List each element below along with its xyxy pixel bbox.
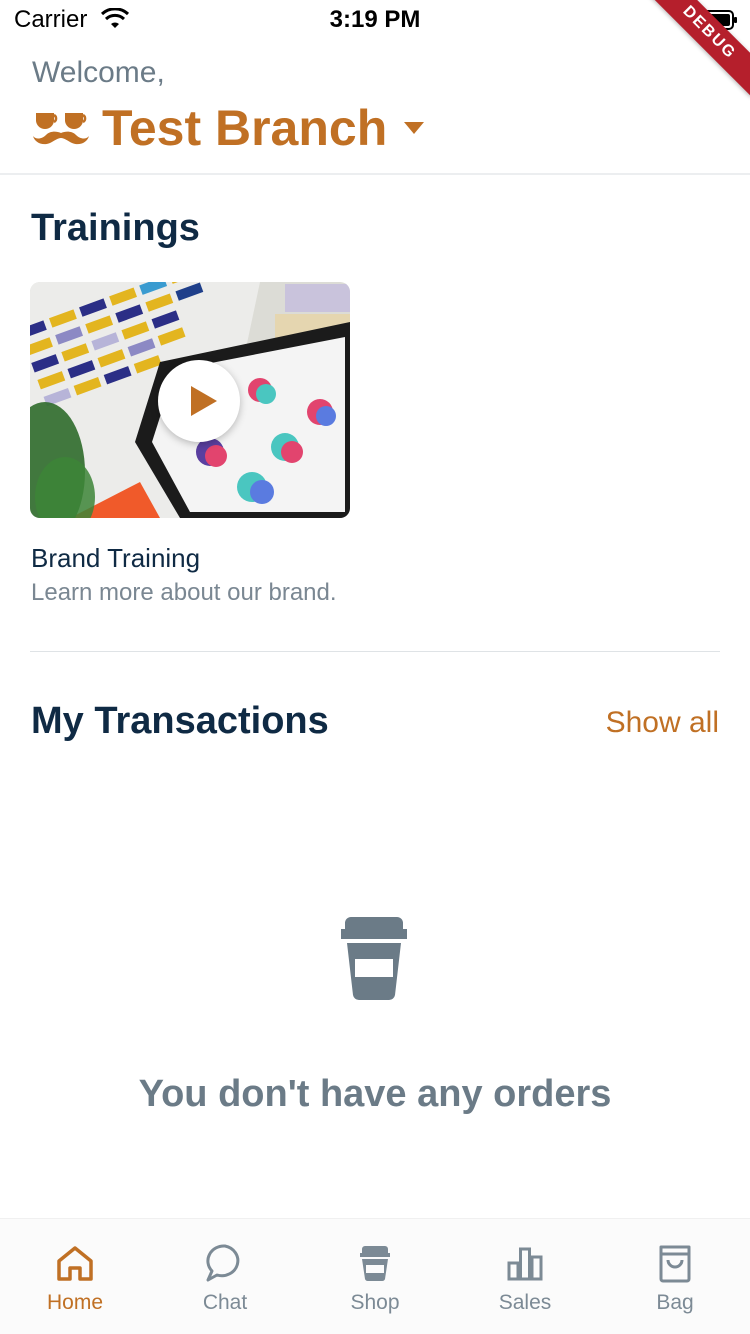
branch-name: Test Branch — [102, 100, 388, 156]
show-all-link[interactable]: Show all — [606, 706, 719, 740]
nav-bag[interactable]: Bag — [600, 1219, 750, 1334]
training-card[interactable] — [30, 282, 350, 518]
bottom-navigation: Home Chat Shop Sales Bag — [0, 1218, 750, 1334]
coffee-cup-icon — [341, 917, 407, 1001]
training-title[interactable]: Brand Training — [31, 543, 200, 574]
app-header: Welcome, Test Branch — [0, 40, 750, 175]
shopping-bag-icon — [659, 1245, 691, 1283]
training-description: Learn more about our brand. — [31, 579, 337, 606]
nav-home[interactable]: Home — [0, 1219, 150, 1334]
cup-icon — [360, 1246, 390, 1282]
section-divider — [30, 651, 720, 652]
nav-shop-label: Shop — [350, 1291, 400, 1314]
home-icon — [57, 1246, 93, 1281]
mustache-cups-logo — [33, 113, 89, 145]
transactions-heading: My Transactions — [31, 700, 329, 742]
clock: 3:19 PM — [329, 6, 421, 33]
status-bar: Carrier 3:19 PM — [0, 0, 750, 40]
branch-selector[interactable]: Test Branch — [32, 98, 425, 158]
chat-bubble-icon — [206, 1244, 240, 1282]
nav-chat-label: Chat — [202, 1291, 248, 1314]
empty-orders-message: You don't have any orders — [138, 1073, 612, 1115]
nav-bag-label: Bag — [656, 1291, 694, 1314]
bar-chart-icon — [507, 1247, 543, 1281]
nav-home-label: Home — [46, 1291, 104, 1314]
play-icon[interactable] — [158, 360, 240, 442]
nav-shop[interactable]: Shop — [300, 1219, 450, 1334]
trainings-heading: Trainings — [31, 207, 200, 249]
nav-sales[interactable]: Sales — [450, 1219, 600, 1334]
welcome-text: Welcome, — [32, 56, 165, 89]
nav-chat[interactable]: Chat — [150, 1219, 300, 1334]
caret-down-icon[interactable] — [403, 121, 425, 135]
nav-sales-label: Sales — [498, 1291, 552, 1314]
